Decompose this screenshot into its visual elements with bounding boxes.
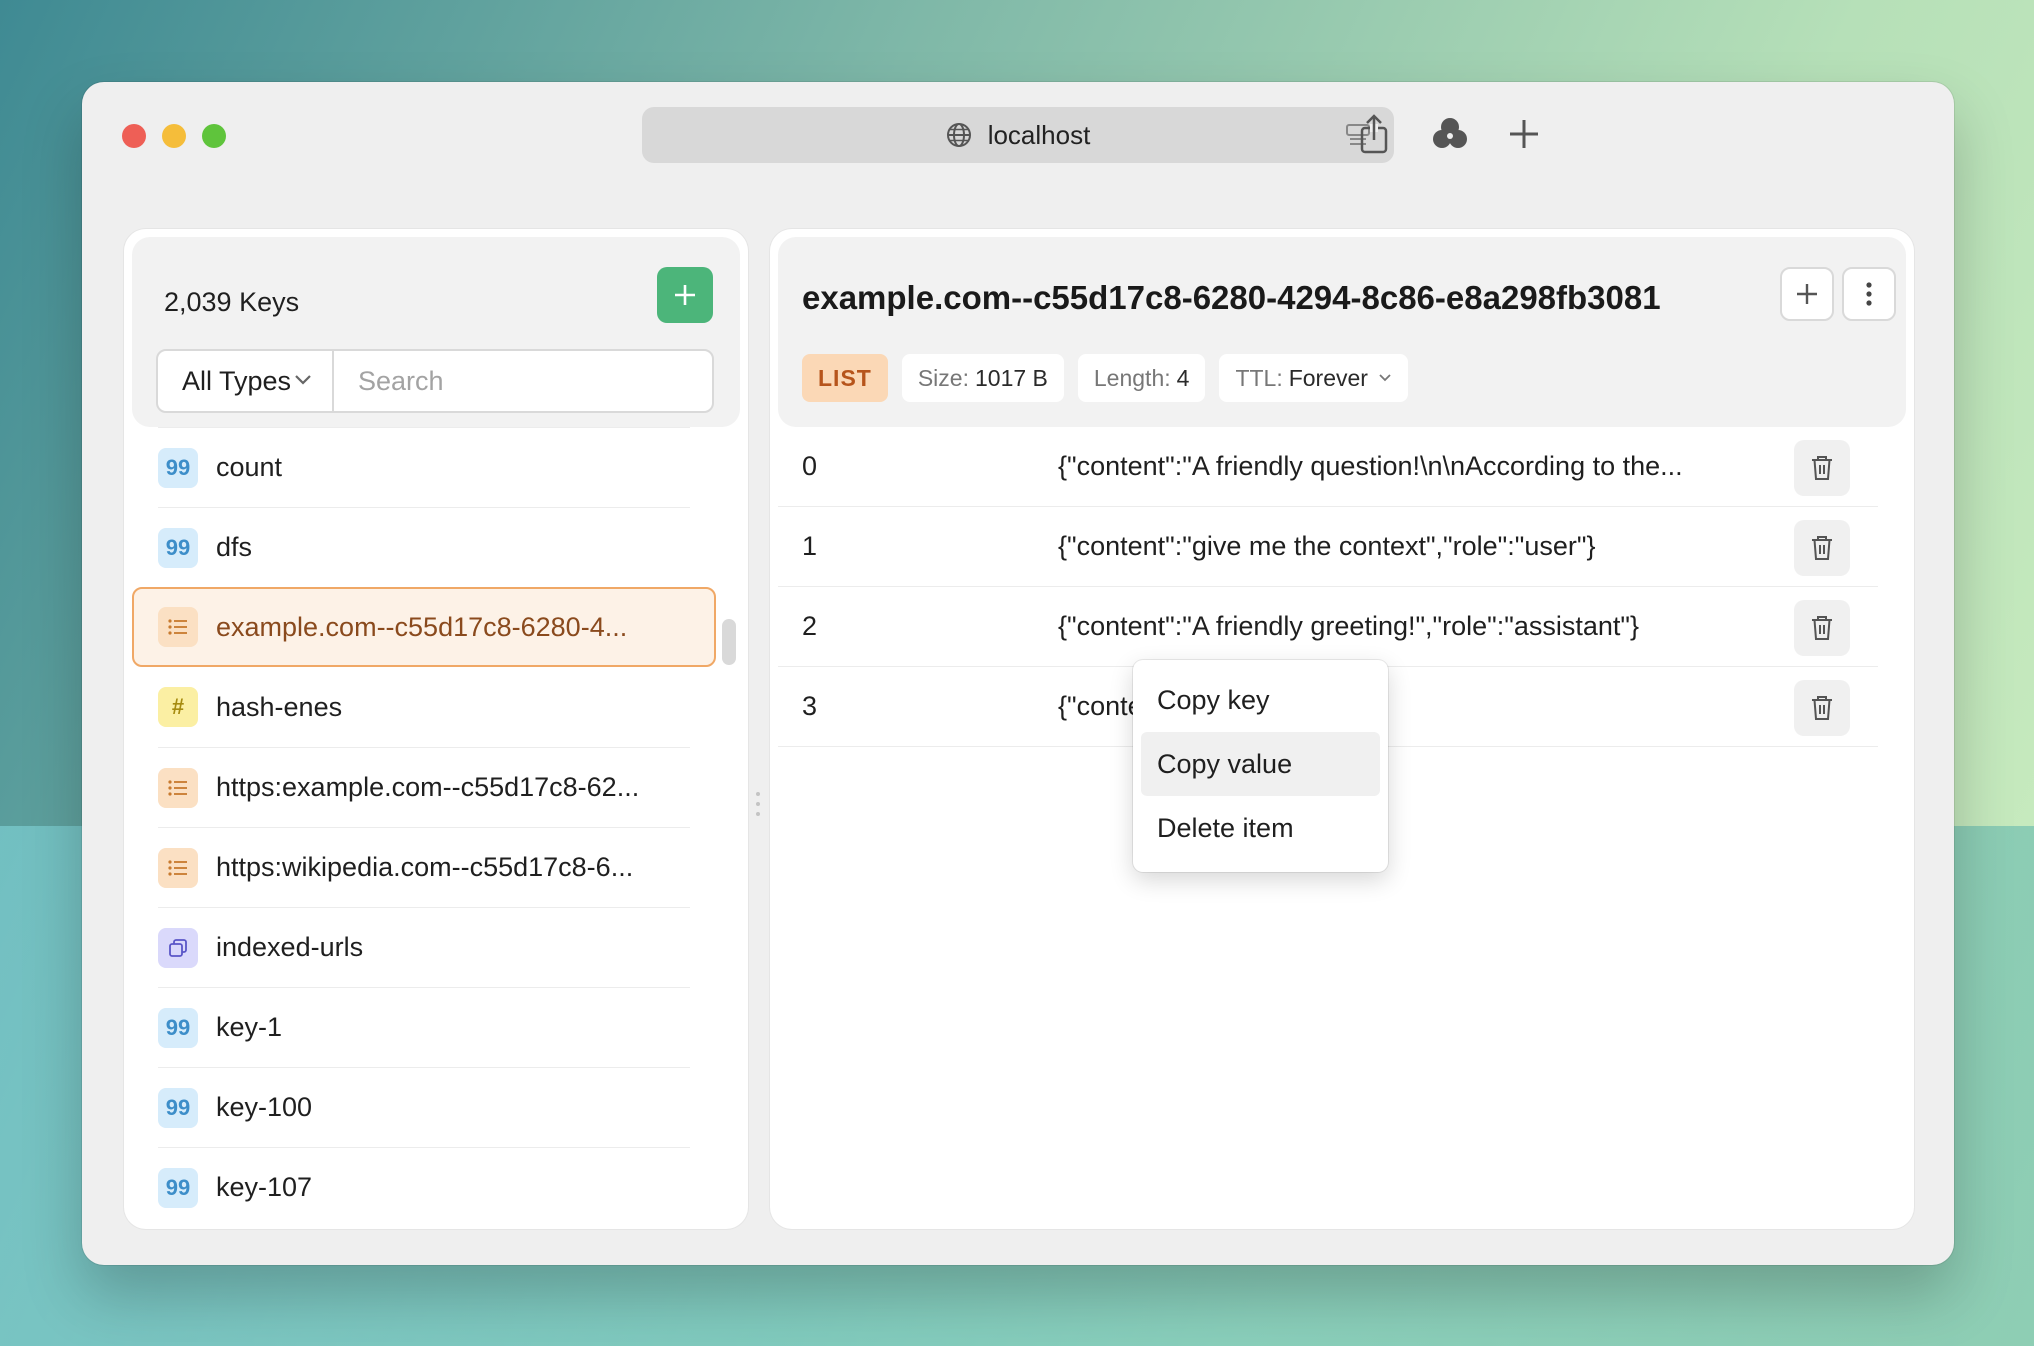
quote-icon: 99 — [158, 527, 198, 568]
key-item-dfs[interactable]: 99 dfs — [158, 507, 690, 587]
ttl-tag[interactable]: TTL: Forever — [1219, 354, 1408, 402]
length-tag: Length: 4 — [1077, 354, 1206, 402]
key-item-indexed-urls[interactable]: indexed-urls — [158, 907, 690, 987]
plus-icon — [1797, 284, 1817, 304]
key-item-label: key-1 — [216, 1012, 283, 1042]
key-item-key-107[interactable]: 99 key-107 — [158, 1147, 690, 1227]
quote-icon: 99 — [158, 447, 198, 488]
key-tags: LIST Size: 1017 B Length: 4 TTL: Forever — [802, 354, 1408, 402]
menu-item-copy-key[interactable]: Copy key — [1141, 668, 1380, 732]
key-item-label: example.com--c55d17c8-6280-4... — [216, 611, 628, 642]
key-item-label: https:wikipedia.com--c55d17c8-6... — [216, 852, 634, 882]
size-label: Size: — [917, 364, 969, 391]
type-filter-select[interactable]: All Types — [158, 351, 334, 411]
add-item-button[interactable] — [1780, 267, 1834, 321]
chevron-down-icon — [295, 375, 311, 385]
url-text: localhost — [987, 119, 1091, 150]
item-value: {"content":"A friendly greeting!","role"… — [1058, 611, 1639, 641]
extensions-icon[interactable] — [1428, 112, 1472, 156]
new-tab-icon[interactable] — [1502, 112, 1546, 156]
key-item-label: count — [216, 452, 283, 482]
keys-sidebar: 2,039 Keys All Types 99 co — [124, 229, 748, 1229]
set-icon — [158, 927, 198, 968]
key-title: example.com--c55d17c8-6280-4294-8c86-e8a… — [802, 279, 1661, 316]
list-icon — [158, 767, 198, 808]
context-menu: Copy key Copy value Delete item — [1133, 660, 1388, 872]
key-item-label: key-107 — [216, 1172, 313, 1202]
key-item-count[interactable]: 99 count — [158, 427, 690, 507]
type-filter-value: All Types — [182, 365, 292, 396]
close-window-button[interactable] — [122, 124, 146, 148]
browser-window: localhost 2,039 Keys All Types Search 99… — [82, 82, 1954, 1265]
key-list: 99 count 99 dfs example.com--c55d17c8-62… — [124, 427, 748, 1229]
detail-header: example.com--c55d17c8-6280-4294-8c86-e8a… — [778, 237, 1906, 427]
trash-icon — [1812, 536, 1832, 560]
hash-icon: # — [158, 687, 198, 727]
key-item-key-100[interactable]: 99 key-100 — [158, 1067, 690, 1147]
key-item-https-wikipedia[interactable]: https:wikipedia.com--c55d17c8-6... — [158, 827, 690, 907]
item-index: 0 — [802, 451, 818, 481]
quote-icon: 99 — [158, 1087, 198, 1128]
item-value: {"content":"give me the context","role":… — [1058, 531, 1596, 561]
delete-item-button[interactable] — [1794, 680, 1850, 736]
trash-icon — [1812, 696, 1832, 720]
address-bar[interactable]: localhost — [642, 107, 1394, 163]
plus-icon — [675, 285, 695, 305]
key-item-hash-enes[interactable]: # hash-enes — [158, 667, 690, 747]
key-item-selected[interactable]: example.com--c55d17c8-6280-4... — [132, 587, 716, 667]
ttl-label: TTL: — [1235, 364, 1283, 391]
key-item-label: hash-enes — [216, 691, 343, 722]
sidebar-header: 2,039 Keys All Types — [132, 237, 740, 427]
minimize-window-button[interactable] — [162, 124, 186, 148]
title-bar: localhost — [82, 82, 1954, 192]
quote-icon: 99 — [158, 1007, 198, 1048]
length-label: Length: — [1093, 364, 1171, 391]
size-tag: Size: 1017 B — [901, 354, 1064, 402]
item-index: 3 — [802, 691, 818, 721]
menu-item-delete-item[interactable]: Delete item — [1141, 796, 1380, 860]
list-item[interactable]: 1 {"content":"give me the context","role… — [778, 507, 1878, 587]
resize-handle-icon[interactable] — [754, 790, 762, 818]
delete-item-button[interactable] — [1794, 520, 1850, 576]
ttl-value: Forever — [1288, 364, 1368, 391]
add-key-button[interactable] — [657, 267, 713, 323]
item-value: {"content":"A friendly question!\n\nAcco… — [1058, 451, 1683, 481]
keys-count: 2,039 Keys — [164, 287, 300, 317]
list-icon — [158, 847, 198, 888]
trash-icon — [1812, 616, 1832, 640]
key-item-key-1[interactable]: 99 key-1 — [158, 987, 690, 1067]
search-input[interactable] — [334, 351, 712, 411]
more-vertical-icon — [1866, 282, 1872, 306]
item-index: 1 — [802, 531, 818, 561]
zoom-window-button[interactable] — [202, 124, 226, 148]
quote-icon: 99 — [158, 1167, 198, 1208]
more-options-button[interactable] — [1842, 267, 1896, 321]
list-item[interactable]: 0 {"content":"A friendly question!\n\nAc… — [778, 427, 1878, 507]
filter-row: All Types — [156, 349, 714, 413]
key-item-label: key-100 — [216, 1092, 313, 1122]
type-tag: LIST — [802, 354, 888, 402]
key-item-https-example[interactable]: https:example.com--c55d17c8-62... — [158, 747, 690, 827]
chevron-down-icon — [1379, 374, 1391, 382]
delete-item-button[interactable] — [1794, 440, 1850, 496]
list-item[interactable]: 2 {"content":"A friendly greeting!","rol… — [778, 587, 1878, 667]
item-index: 2 — [802, 611, 818, 641]
share-icon[interactable] — [1352, 112, 1396, 156]
trash-icon — [1812, 456, 1832, 480]
list-icon — [158, 607, 198, 647]
key-item-label: indexed-urls — [216, 932, 364, 962]
delete-item-button[interactable] — [1794, 600, 1850, 656]
globe-icon — [946, 123, 971, 147]
key-item-label: dfs — [216, 532, 253, 562]
size-value: 1017 B — [974, 364, 1048, 391]
length-value: 4 — [1176, 364, 1190, 391]
key-item-label: https:example.com--c55d17c8-62... — [216, 772, 640, 802]
menu-item-copy-value[interactable]: Copy value — [1141, 732, 1380, 796]
sidebar-scrollbar[interactable] — [722, 619, 736, 665]
